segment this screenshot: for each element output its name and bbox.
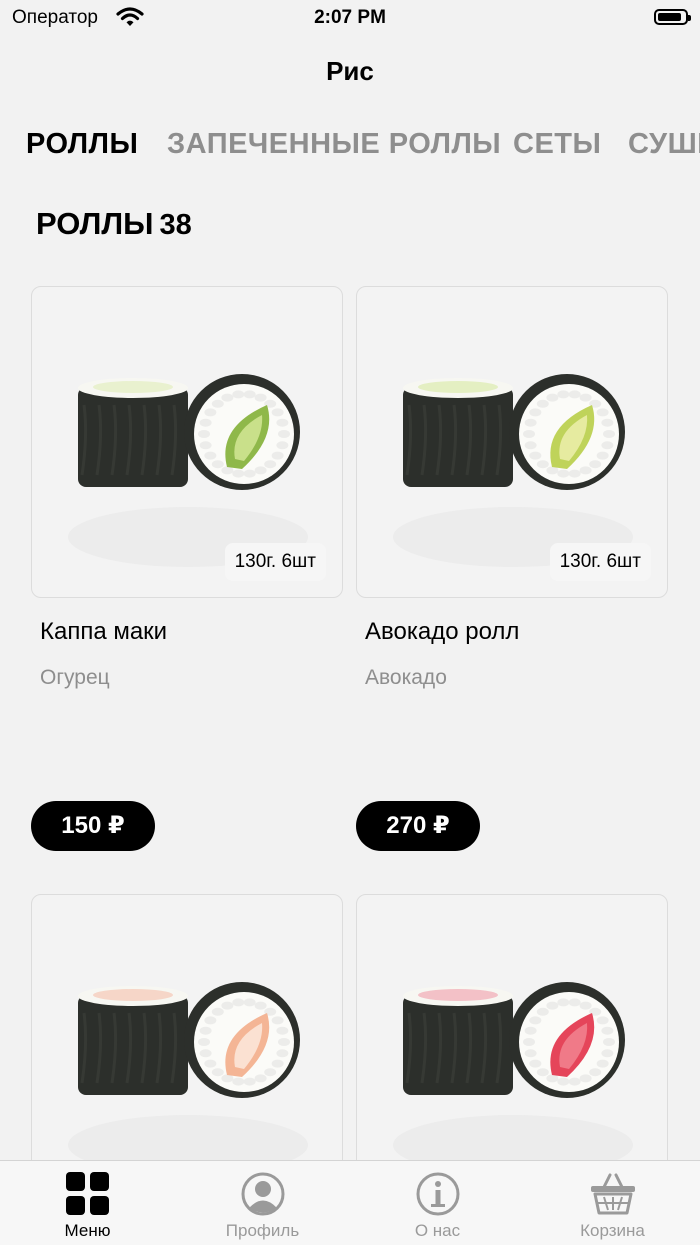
section-title-text: РОЛЛЫ bbox=[36, 206, 154, 241]
tab-sushi[interactable]: СУШИ bbox=[628, 128, 700, 161]
price-button[interactable]: 270 ₽ bbox=[356, 801, 480, 851]
tabbar-label: Профиль bbox=[225, 1221, 300, 1240]
product-image-avocado-roll[interactable]: 130г. 6шт bbox=[356, 286, 668, 598]
status-time: 2:07 PM bbox=[314, 7, 386, 28]
tabbar-item-profile[interactable]: Профиль bbox=[175, 1161, 350, 1245]
tabbar-item-cart[interactable]: Корзина bbox=[525, 1161, 700, 1245]
product-name[interactable]: Каппа маки bbox=[40, 618, 167, 646]
tabbar-label: Корзина bbox=[580, 1221, 645, 1240]
tabbar-label: О нас bbox=[414, 1221, 461, 1240]
product-description: Авокадо bbox=[365, 666, 447, 689]
tabbar-item-menu[interactable]: Меню bbox=[0, 1161, 175, 1245]
bottom-tab-bar: Меню Профиль О нас Корзина bbox=[0, 1160, 700, 1245]
profile-icon bbox=[241, 1172, 285, 1216]
product-image-kappa-maki[interactable]: 130г. 6шт bbox=[31, 286, 343, 598]
category-tabs: РОЛЛЫ ЗАПЕЧЕННЫЕ РОЛЛЫ СЕТЫ СУШИ bbox=[0, 128, 700, 172]
battery-icon bbox=[654, 9, 691, 25]
grid-icon bbox=[66, 1172, 109, 1215]
weight-badge: 130г. 6шт bbox=[224, 543, 326, 581]
price-button[interactable]: 150 ₽ bbox=[31, 801, 155, 851]
product-description: Огурец bbox=[40, 666, 110, 689]
product-name[interactable]: Авокадо ролл bbox=[365, 618, 519, 646]
tabbar-label: Меню bbox=[64, 1221, 111, 1240]
tab-sets[interactable]: СЕТЫ bbox=[513, 128, 601, 161]
tab-rolls[interactable]: РОЛЛЫ bbox=[26, 128, 138, 161]
info-icon bbox=[416, 1172, 460, 1216]
tabbar-item-about[interactable]: О нас bbox=[350, 1161, 525, 1245]
page-title: Рис bbox=[326, 56, 374, 86]
battery-level bbox=[658, 13, 682, 21]
tab-baked-rolls[interactable]: ЗАПЕЧЕННЫЕ РОЛЛЫ bbox=[167, 128, 501, 161]
section-title: РОЛЛЫ 38 bbox=[36, 206, 192, 242]
status-bar: Оператор 2:07 PM bbox=[0, 0, 700, 40]
weight-badge: 130г. 6шт bbox=[549, 543, 651, 581]
basket-icon bbox=[591, 1173, 635, 1215]
section-count: 38 bbox=[159, 209, 192, 241]
